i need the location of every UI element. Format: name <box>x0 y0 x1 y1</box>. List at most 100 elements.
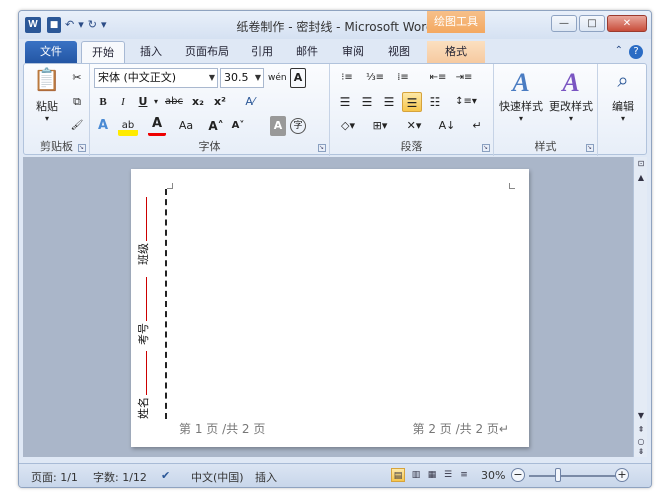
line-spacing-icon[interactable]: ↕≡▾ <box>454 92 478 112</box>
character-border-icon[interactable]: A <box>290 68 306 88</box>
minimize-ribbon-icon[interactable]: ⌃ <box>615 45 623 59</box>
increase-indent-icon[interactable]: ⇥≡ <box>454 68 474 88</box>
quick-styles-icon: A <box>512 68 530 97</box>
zoom-level[interactable]: 30% <box>481 469 505 482</box>
align-center-icon[interactable]: ☰ <box>358 92 376 112</box>
justify-icon[interactable]: ☰ <box>402 92 422 112</box>
view-ruler-icon[interactable]: ⊡ <box>635 159 647 169</box>
document-page[interactable]: 班级 考号 姓名 第 1 页 /共 2 页 第 2 页 /共 2 页↵ <box>131 169 529 447</box>
font-name-dropdown[interactable]: 宋体 (中文正文) ▼ <box>94 68 218 88</box>
strikethrough-button[interactable]: abc <box>162 92 186 112</box>
character-shading-icon[interactable]: A <box>270 116 286 136</box>
underline-dropdown-icon[interactable]: ▾ <box>152 92 160 112</box>
vertical-scrollbar[interactable]: ⊡ ▲ ▼ ⇞ ○ ⇟ <box>633 157 647 457</box>
previous-page-icon[interactable]: ⇞ <box>635 425 647 435</box>
highlight-color-icon[interactable]: ab <box>118 116 138 136</box>
tab-insert[interactable]: 插入 <box>131 41 171 63</box>
align-right-icon[interactable]: ☰ <box>380 92 398 112</box>
format-painter-icon[interactable]: 🖌 <box>68 116 86 136</box>
help-icon[interactable]: ? <box>629 45 643 59</box>
chinese-layout-icon[interactable]: ✕▾ <box>402 116 426 136</box>
tab-mailings[interactable]: 邮件 <box>287 41 327 63</box>
cut-icon[interactable]: ✂ <box>68 68 86 88</box>
font-name-value: 宋体 (中文正文) <box>98 71 177 84</box>
phonetic-guide-icon[interactable]: wén <box>268 68 287 88</box>
enclose-characters-icon[interactable]: 字 <box>290 118 306 134</box>
shrink-font-icon[interactable]: A˅ <box>228 116 248 136</box>
maximize-button[interactable]: □ <box>579 15 605 32</box>
change-case-icon[interactable]: Aa <box>174 116 198 136</box>
close-button[interactable]: ✕ <box>607 15 647 32</box>
proofing-icon[interactable]: ✔ <box>161 469 170 482</box>
zoom-slider[interactable] <box>529 475 619 477</box>
multilevel-list-icon[interactable]: ⁞≡ <box>392 68 414 88</box>
clipboard-group: 📋 粘贴 ▾ ✂ ⧉ 🖌 剪贴板 ↘ <box>24 64 90 156</box>
decrease-indent-icon[interactable]: ⇤≡ <box>428 68 448 88</box>
page-count[interactable]: 页面: 1/1 <box>31 469 78 485</box>
outline-icon[interactable]: ☰ <box>441 468 455 482</box>
zoom-slider-thumb[interactable] <box>555 468 561 482</box>
draft-icon[interactable]: ≡ <box>457 468 471 482</box>
tab-view[interactable]: 视图 <box>379 41 419 63</box>
show-marks-icon[interactable]: ↵ <box>468 116 486 136</box>
help-area: ⌃ ? <box>615 45 643 59</box>
zoom-in-icon[interactable]: + <box>615 468 629 482</box>
quick-styles-button[interactable]: A 快速样式 ▾ <box>496 68 546 123</box>
tab-references[interactable]: 引用 <box>243 41 281 63</box>
ribbon-tabs: 文件 开始 插入 页面布局 引用 邮件 审阅 视图 格式 ⌃ ? <box>19 39 651 63</box>
minimize-button[interactable]: — <box>551 15 577 32</box>
scroll-down-icon[interactable]: ▼ <box>635 411 647 421</box>
language[interactable]: 中文(中国) <box>191 469 244 485</box>
tab-review[interactable]: 审阅 <box>333 41 373 63</box>
next-page-icon[interactable]: ⇟ <box>635 447 647 457</box>
sort-icon[interactable]: A↓ <box>438 116 456 136</box>
tab-format[interactable]: 格式 <box>427 41 485 63</box>
class-label-text: 班级 <box>137 243 150 265</box>
paragraph-group-label: 段落 <box>400 140 423 153</box>
change-styles-button[interactable]: A 更改样式 ▾ <box>546 68 596 123</box>
scroll-up-icon[interactable]: ▲ <box>635 173 647 183</box>
numbering-icon[interactable]: ⅓≡ <box>364 68 386 88</box>
font-size-dropdown[interactable]: 30.5 ▼ <box>220 68 264 88</box>
word-count[interactable]: 字数: 1/12 <box>93 469 147 485</box>
tab-home[interactable]: 开始 <box>81 41 125 63</box>
tab-file[interactable]: 文件 <box>25 41 77 63</box>
bold-button[interactable]: B <box>94 92 112 112</box>
borders-icon[interactable]: ⊞▾ <box>368 116 392 136</box>
full-screen-reading-icon[interactable]: ▥ <box>409 468 423 482</box>
tab-page-layout[interactable]: 页面布局 <box>177 41 237 63</box>
font-launcher-icon[interactable]: ↘ <box>318 144 326 152</box>
italic-button[interactable]: I <box>114 92 132 112</box>
bullets-icon[interactable]: ⁝≡ <box>336 68 358 88</box>
grow-font-icon[interactable]: A˄ <box>206 116 226 136</box>
insert-mode[interactable]: 插入 <box>255 469 277 485</box>
zoom-out-icon[interactable]: − <box>511 468 525 482</box>
clipboard-launcher-icon[interactable]: ↘ <box>78 144 86 152</box>
superscript-button[interactable]: x² <box>210 92 230 112</box>
footer-right: 第 2 页 /共 2 页↵ <box>412 422 509 436</box>
paste-dropdown-icon[interactable]: ▾ <box>30 114 64 123</box>
document-area[interactable]: 班级 考号 姓名 第 1 页 /共 2 页 第 2 页 /共 2 页↵ <box>23 157 633 457</box>
shading-icon[interactable]: ◇▾ <box>336 116 360 136</box>
select-browse-object-icon[interactable]: ○ <box>635 437 647 447</box>
print-layout-icon[interactable]: ▤ <box>391 468 405 482</box>
chevron-down-icon: ▼ <box>254 73 261 82</box>
underline-button[interactable]: U <box>134 92 152 112</box>
copy-icon[interactable]: ⧉ <box>68 92 86 112</box>
clear-formatting-icon[interactable]: A⁄ <box>240 92 260 112</box>
distributed-icon[interactable]: ☷ <box>426 92 444 112</box>
paste-label: 粘贴 <box>36 100 58 113</box>
font-group-label: 字体 <box>198 140 221 153</box>
paragraph-launcher-icon[interactable]: ↘ <box>482 144 490 152</box>
text-effects-icon[interactable]: A <box>94 116 112 136</box>
web-layout-icon[interactable]: ▦ <box>425 468 439 482</box>
subscript-button[interactable]: x₂ <box>188 92 208 112</box>
name-blank-line <box>146 351 147 395</box>
change-styles-icon: A <box>562 68 580 97</box>
styles-launcher-icon[interactable]: ↘ <box>586 144 594 152</box>
paste-button[interactable]: 📋 粘贴 ▾ <box>30 68 64 123</box>
font-color-icon[interactable]: A <box>148 116 166 136</box>
title-bar: W ■ ↶ ▾ ↻ ▾ 纸卷制作 - 密封线 - Microsoft Word … <box>19 11 651 39</box>
align-left-icon[interactable]: ☰ <box>336 92 354 112</box>
editing-button[interactable]: ⌕ 编辑 ▾ <box>602 68 644 123</box>
